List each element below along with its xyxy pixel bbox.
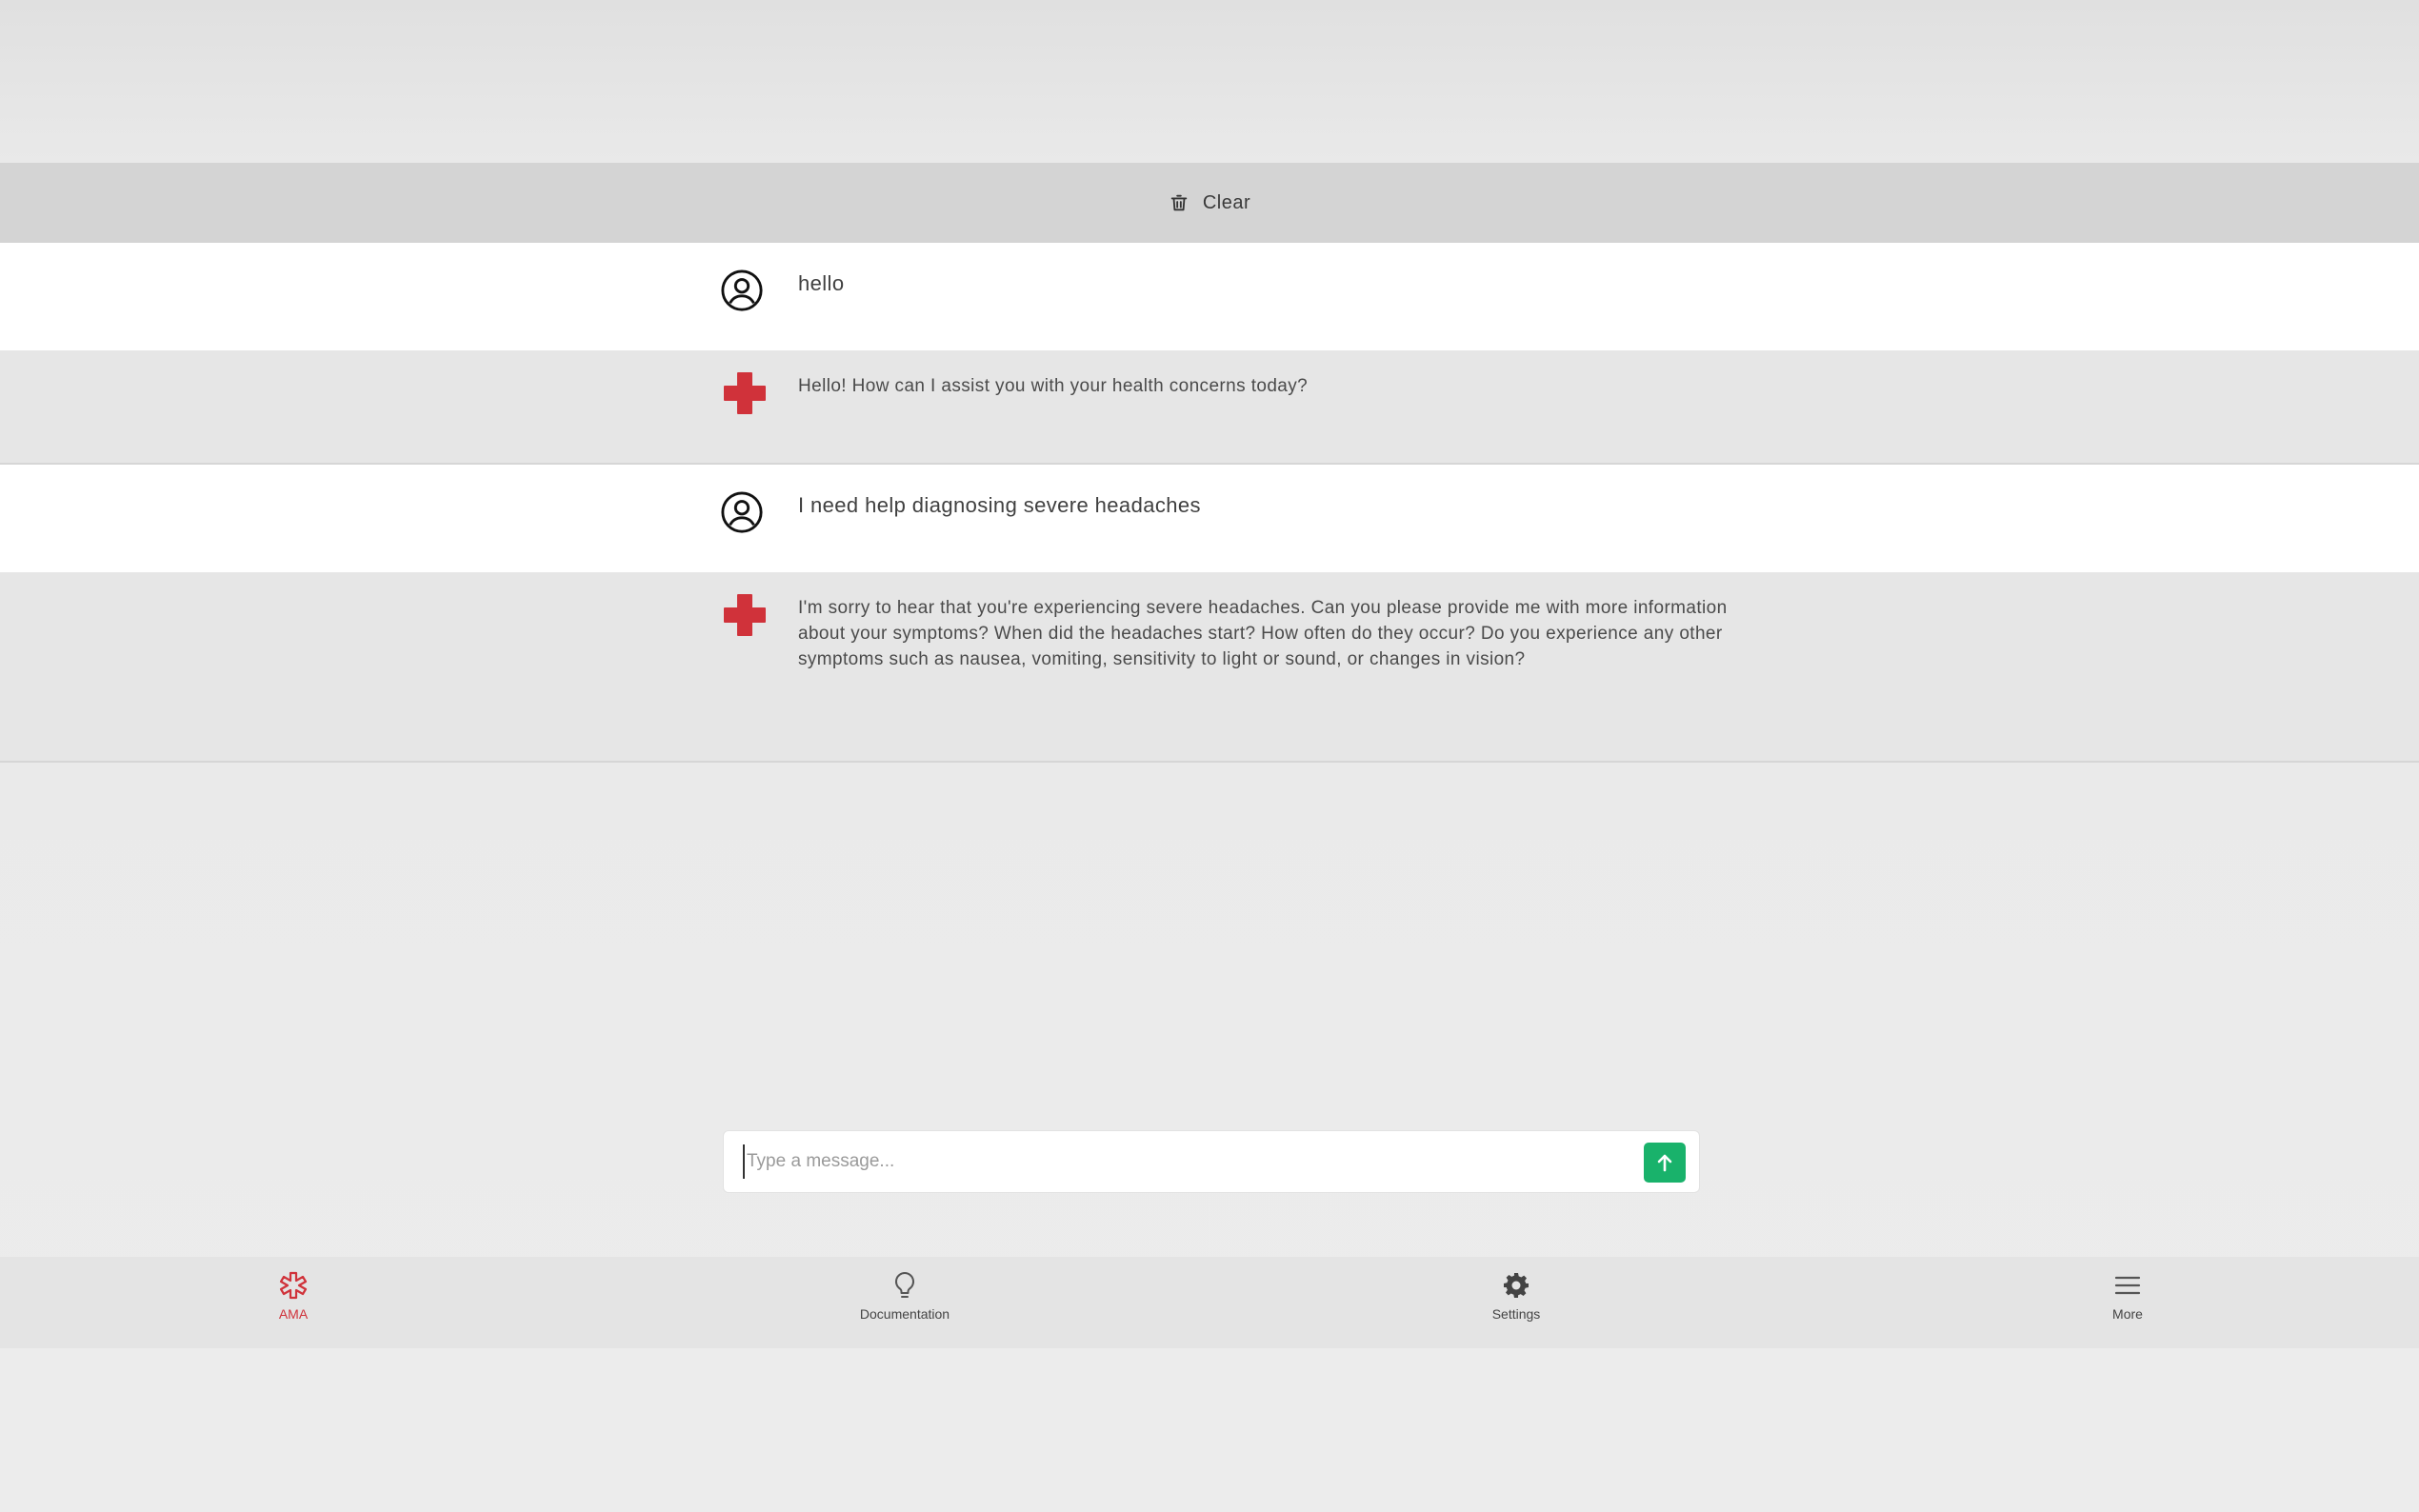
message-text: I need help diagnosing severe headaches [798, 493, 1201, 517]
nav-item-documentation[interactable]: Documentation [810, 1270, 1000, 1322]
menu-icon [2114, 1276, 2141, 1295]
message-user: hello [0, 243, 2419, 350]
clear-button-label: Clear [1202, 191, 1251, 213]
message-bot: I'm sorry to hear that you're experienci… [0, 572, 2419, 763]
clear-button[interactable]: Clear [1169, 192, 1250, 214]
bottom-navigation: AMA Documentation Settings More [0, 1257, 2419, 1348]
arrow-up-icon [1657, 1154, 1672, 1172]
message-composer [723, 1130, 1700, 1193]
chat-toolbar: Clear [0, 163, 2419, 243]
trash-icon [1170, 194, 1188, 211]
nav-item-settings[interactable]: Settings [1421, 1270, 1611, 1322]
message-text: Hello! How can I assist you with your he… [798, 376, 1309, 396]
message-text: hello [798, 271, 845, 295]
nav-label: AMA [278, 1306, 309, 1322]
nav-item-ama[interactable]: AMA [198, 1270, 389, 1322]
medical-cross-icon [724, 594, 766, 636]
nav-label: Documentation [859, 1306, 950, 1322]
user-avatar-icon [721, 491, 763, 533]
message-user: I need help diagnosing severe headaches [0, 465, 2419, 572]
user-avatar-icon [721, 269, 763, 311]
nav-item-more[interactable]: More [2032, 1270, 2223, 1322]
message-list: hello Hello! How can I assist you with y… [0, 243, 2419, 763]
message-input[interactable] [743, 1144, 1600, 1179]
nav-label: More [2112, 1306, 2143, 1322]
nav-label: Settings [1491, 1306, 1541, 1322]
medical-star-icon [279, 1271, 308, 1300]
send-button[interactable] [1644, 1143, 1686, 1183]
message-bot: Hello! How can I assist you with your he… [0, 350, 2419, 465]
gear-icon [1504, 1273, 1529, 1298]
medical-cross-icon [724, 372, 766, 414]
message-text: I'm sorry to hear that you're experienci… [798, 598, 1728, 669]
lightbulb-icon [894, 1271, 915, 1298]
